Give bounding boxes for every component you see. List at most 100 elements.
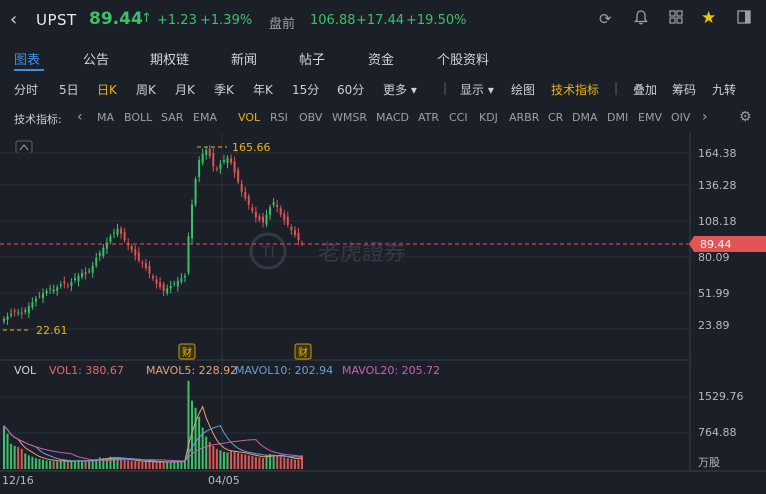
indicators-button[interactable]: 技术指标 (551, 81, 599, 98)
period-monthly[interactable]: 月K (175, 81, 195, 98)
indicator-ma[interactable]: MA (97, 111, 114, 124)
candle-body (24, 310, 27, 312)
overlay-button[interactable]: 叠加 (633, 81, 657, 98)
volume-bar (27, 455, 30, 469)
draw-button[interactable]: 绘图 (511, 81, 535, 98)
indicator-arbr[interactable]: ARBR (509, 111, 539, 124)
period-weekly[interactable]: 周K (136, 81, 156, 98)
period-15min[interactable]: 15分 (292, 81, 319, 98)
volume-bar (49, 460, 52, 469)
volume-bar (20, 448, 23, 469)
chevron-right-icon[interactable]: › (702, 109, 708, 125)
indicator-vol[interactable]: VOL (238, 111, 260, 124)
candle-body (13, 310, 16, 312)
grid-icon[interactable] (669, 10, 683, 28)
candle-body (173, 283, 176, 285)
volume-bar (127, 460, 130, 469)
volume-bar (162, 461, 165, 469)
candle-body (208, 148, 211, 157)
indicator-emv[interactable]: EMV (638, 111, 662, 124)
collapse-toggle[interactable] (15, 140, 33, 154)
main-tabs: 图表 公告 期权链 新闻 帖子 资金 个股资料 (0, 44, 766, 72)
candle-body (45, 290, 48, 294)
indicator-kdj[interactable]: KDJ (479, 111, 498, 124)
high-price-label: 165.66 (232, 141, 271, 154)
candle-body (6, 316, 9, 320)
period-quarterly[interactable]: 季K (214, 81, 234, 98)
indicator-cci[interactable]: CCI (449, 111, 468, 124)
volume-bar (66, 461, 69, 469)
volume-bar (130, 460, 133, 469)
candle-body (155, 279, 158, 284)
indicator-atr[interactable]: ATR (418, 111, 439, 124)
display-dropdown[interactable]: 显示 ▾ (460, 81, 494, 98)
volume-bar (173, 461, 176, 469)
candle-body (84, 272, 87, 275)
candle-body (297, 233, 300, 241)
period-daily[interactable]: 日K (97, 81, 117, 98)
period-intraday[interactable]: 分时 (14, 81, 38, 98)
tab-company-profile[interactable]: 个股资料 (437, 49, 489, 68)
indicator-oiv[interactable]: OIV (671, 111, 690, 124)
candle-body (123, 231, 126, 241)
candle-body (66, 285, 69, 287)
tab-news[interactable]: 新闻 (231, 49, 257, 68)
candle-body (42, 293, 45, 299)
candle-body (91, 265, 94, 273)
indicator-dmi[interactable]: DMI (607, 111, 628, 124)
volume-bar (120, 458, 123, 469)
candle-body (31, 302, 34, 308)
tab-options-chain[interactable]: 期权链 (150, 49, 189, 68)
indicator-dma[interactable]: DMA (572, 111, 598, 124)
period-60min[interactable]: 60分 (337, 81, 364, 98)
tab-chart[interactable]: 图表 (14, 49, 40, 68)
period-more-dropdown[interactable]: 更多 ▾ (383, 81, 417, 98)
indicator-sar[interactable]: SAR (161, 111, 183, 124)
indicator-cr[interactable]: CR (548, 111, 563, 124)
bell-icon[interactable] (634, 10, 648, 29)
y-tick: 23.89 (698, 319, 730, 332)
candle-body (59, 284, 62, 287)
candle-body (134, 249, 137, 256)
candle-body (141, 262, 144, 264)
earnings-marker[interactable]: 财 (294, 343, 312, 360)
star-icon[interactable]: ★ (701, 8, 716, 28)
chart-area[interactable]: TI 老虎證券 164.38 136.28 108.18 80.09 51.99… (0, 133, 766, 494)
chevron-left-icon[interactable]: ‹ (77, 109, 83, 125)
volume-bar (137, 461, 140, 469)
candle-body (20, 312, 23, 314)
indicator-obv[interactable]: OBV (299, 111, 322, 124)
tab-capital-flow[interactable]: 资金 (368, 49, 394, 68)
tab-announcements[interactable]: 公告 (83, 49, 109, 68)
period-5day[interactable]: 5日 (59, 81, 79, 98)
candle-body (233, 161, 236, 173)
candle-body (137, 252, 140, 261)
volume-bar (3, 425, 5, 469)
indicator-rsi[interactable]: RSI (270, 111, 288, 124)
candle-body (73, 278, 76, 281)
indicator-boll[interactable]: BOLL (124, 111, 152, 124)
td-sequential-button[interactable]: 九转 (712, 81, 736, 98)
candle-body (88, 270, 91, 272)
indicator-macd[interactable]: MACD (376, 111, 409, 124)
candle-body (34, 298, 37, 302)
refresh-icon[interactable]: ⟳ (599, 10, 612, 28)
layout-icon[interactable] (737, 10, 751, 28)
candle-body (244, 191, 247, 199)
candle-body (272, 202, 275, 206)
gear-icon[interactable]: ⚙ (739, 109, 752, 125)
chips-button[interactable]: 筹码 (672, 81, 696, 98)
back-icon[interactable]: ‹ (10, 9, 17, 30)
indicator-ema[interactable]: EMA (193, 111, 217, 124)
tab-posts[interactable]: 帖子 (299, 49, 325, 68)
candle-body (290, 226, 293, 230)
candle-body (81, 273, 84, 277)
volume-bar (237, 452, 240, 469)
earnings-marker[interactable]: 财 (178, 343, 196, 360)
period-yearly[interactable]: 年K (253, 81, 273, 98)
indicator-wmsr[interactable]: WMSR (332, 111, 367, 124)
volume-bar (159, 461, 162, 469)
candle-body (130, 246, 133, 251)
candle-body (265, 214, 268, 225)
volume-bar (81, 460, 84, 469)
